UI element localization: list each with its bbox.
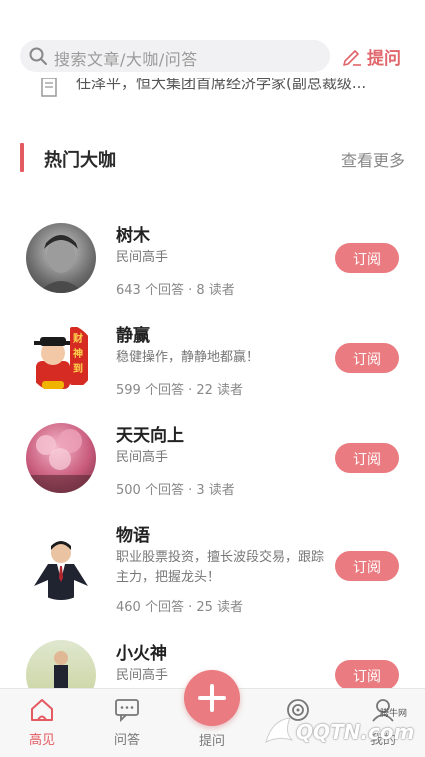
avatar-badge: 财神到 xyxy=(73,334,83,375)
expert-stats: 643 个回答 · 8 读者 xyxy=(116,283,235,298)
top-bar: 搜索文章/大咖/问答 提问 xyxy=(0,0,425,78)
blossom-icon xyxy=(26,429,96,493)
subscribe-button[interactable]: 订阅 xyxy=(335,343,399,373)
expert-item[interactable]: 物语 职业股票投资，擅长波段交易，跟踪主力，把握龙头！ 460 个回答 · 25… xyxy=(0,518,425,640)
ask-plus-label: 提问 xyxy=(198,734,225,749)
subscribe-button[interactable]: 订阅 xyxy=(335,243,399,273)
watermark-text: QQTN.com xyxy=(296,720,415,744)
businessman-icon xyxy=(34,541,88,600)
chat-icon xyxy=(115,699,139,723)
portrait-icon xyxy=(38,235,84,293)
avatar xyxy=(26,223,96,293)
section-accent-bar xyxy=(20,143,24,172)
ask-plus-button[interactable] xyxy=(184,670,240,726)
ask-button[interactable]: 提问 xyxy=(342,44,401,69)
tab-home[interactable]: 高见 xyxy=(12,693,72,753)
expert-name: 静赢 xyxy=(116,326,150,346)
watermark: QQTN.com 腾牛网 xyxy=(262,709,422,752)
view-more-link[interactable]: 查看更多 xyxy=(341,147,405,171)
subscribe-button[interactable]: 订阅 xyxy=(335,551,399,581)
expert-stats: 500 个回答 · 3 读者 xyxy=(116,483,235,498)
home-icon xyxy=(31,699,53,721)
news-ticker-text: 任泽平，恒大集团首席经济学家(副总裁级... xyxy=(76,78,367,92)
search-bar[interactable]: 搜索文章/大咖/问答 xyxy=(20,40,330,72)
tab-qa[interactable]: 问答 xyxy=(97,693,157,753)
avatar xyxy=(26,640,96,688)
expert-item[interactable]: 财神到 静赢 稳健操作，静静地都赢！ 599 个回答 · 22 读者 订阅 xyxy=(0,318,425,422)
expert-item[interactable]: 树木 民间高手 643 个回答 · 8 读者 订阅 xyxy=(0,218,425,322)
avatar xyxy=(26,423,96,493)
section-title: 热门大咖 xyxy=(44,150,116,171)
expert-desc: 职业股票投资，擅长波段交易，跟踪主力，把握龙头！ xyxy=(116,550,325,585)
ask-label: 提问 xyxy=(367,48,401,69)
tab-label: 高见 xyxy=(28,733,55,748)
expert-item[interactable]: 天天向上 民间高手 500 个回答 · 3 读者 订阅 xyxy=(0,418,425,522)
expert-desc: 民间高手 xyxy=(116,250,169,265)
watermark-subtext: 腾牛网 xyxy=(380,709,408,719)
expert-name: 物语 xyxy=(116,526,150,546)
search-icon xyxy=(29,47,47,65)
avatar xyxy=(26,530,96,600)
news-ticker[interactable]: 任泽平，恒大集团首席经济学家(副总裁级... xyxy=(40,78,425,100)
avatar: 财神到 xyxy=(26,323,96,393)
expert-desc: 民间高手 xyxy=(116,450,169,465)
section-header: 热门大咖 查看更多 xyxy=(20,143,405,173)
expert-desc: 稳健操作，静静地都赢！ xyxy=(116,350,260,365)
watermark-logo-icon xyxy=(265,717,294,743)
search-placeholder: 搜索文章/大咖/问答 xyxy=(54,50,198,69)
expert-name: 树木 xyxy=(116,226,150,246)
expert-stats: 599 个回答 · 22 读者 xyxy=(116,383,244,398)
person-icon xyxy=(54,651,68,688)
expert-name: 天天向上 xyxy=(116,426,184,446)
expert-name: 小火神 xyxy=(116,644,167,664)
tab-label: 问答 xyxy=(113,733,140,748)
document-icon xyxy=(41,78,57,97)
subscribe-button[interactable]: 订阅 xyxy=(335,660,399,688)
pencil-icon xyxy=(343,50,361,66)
expert-stats: 460 个回答 · 25 读者 xyxy=(116,600,244,615)
caishen-icon xyxy=(34,327,88,389)
subscribe-button[interactable]: 订阅 xyxy=(335,443,399,473)
